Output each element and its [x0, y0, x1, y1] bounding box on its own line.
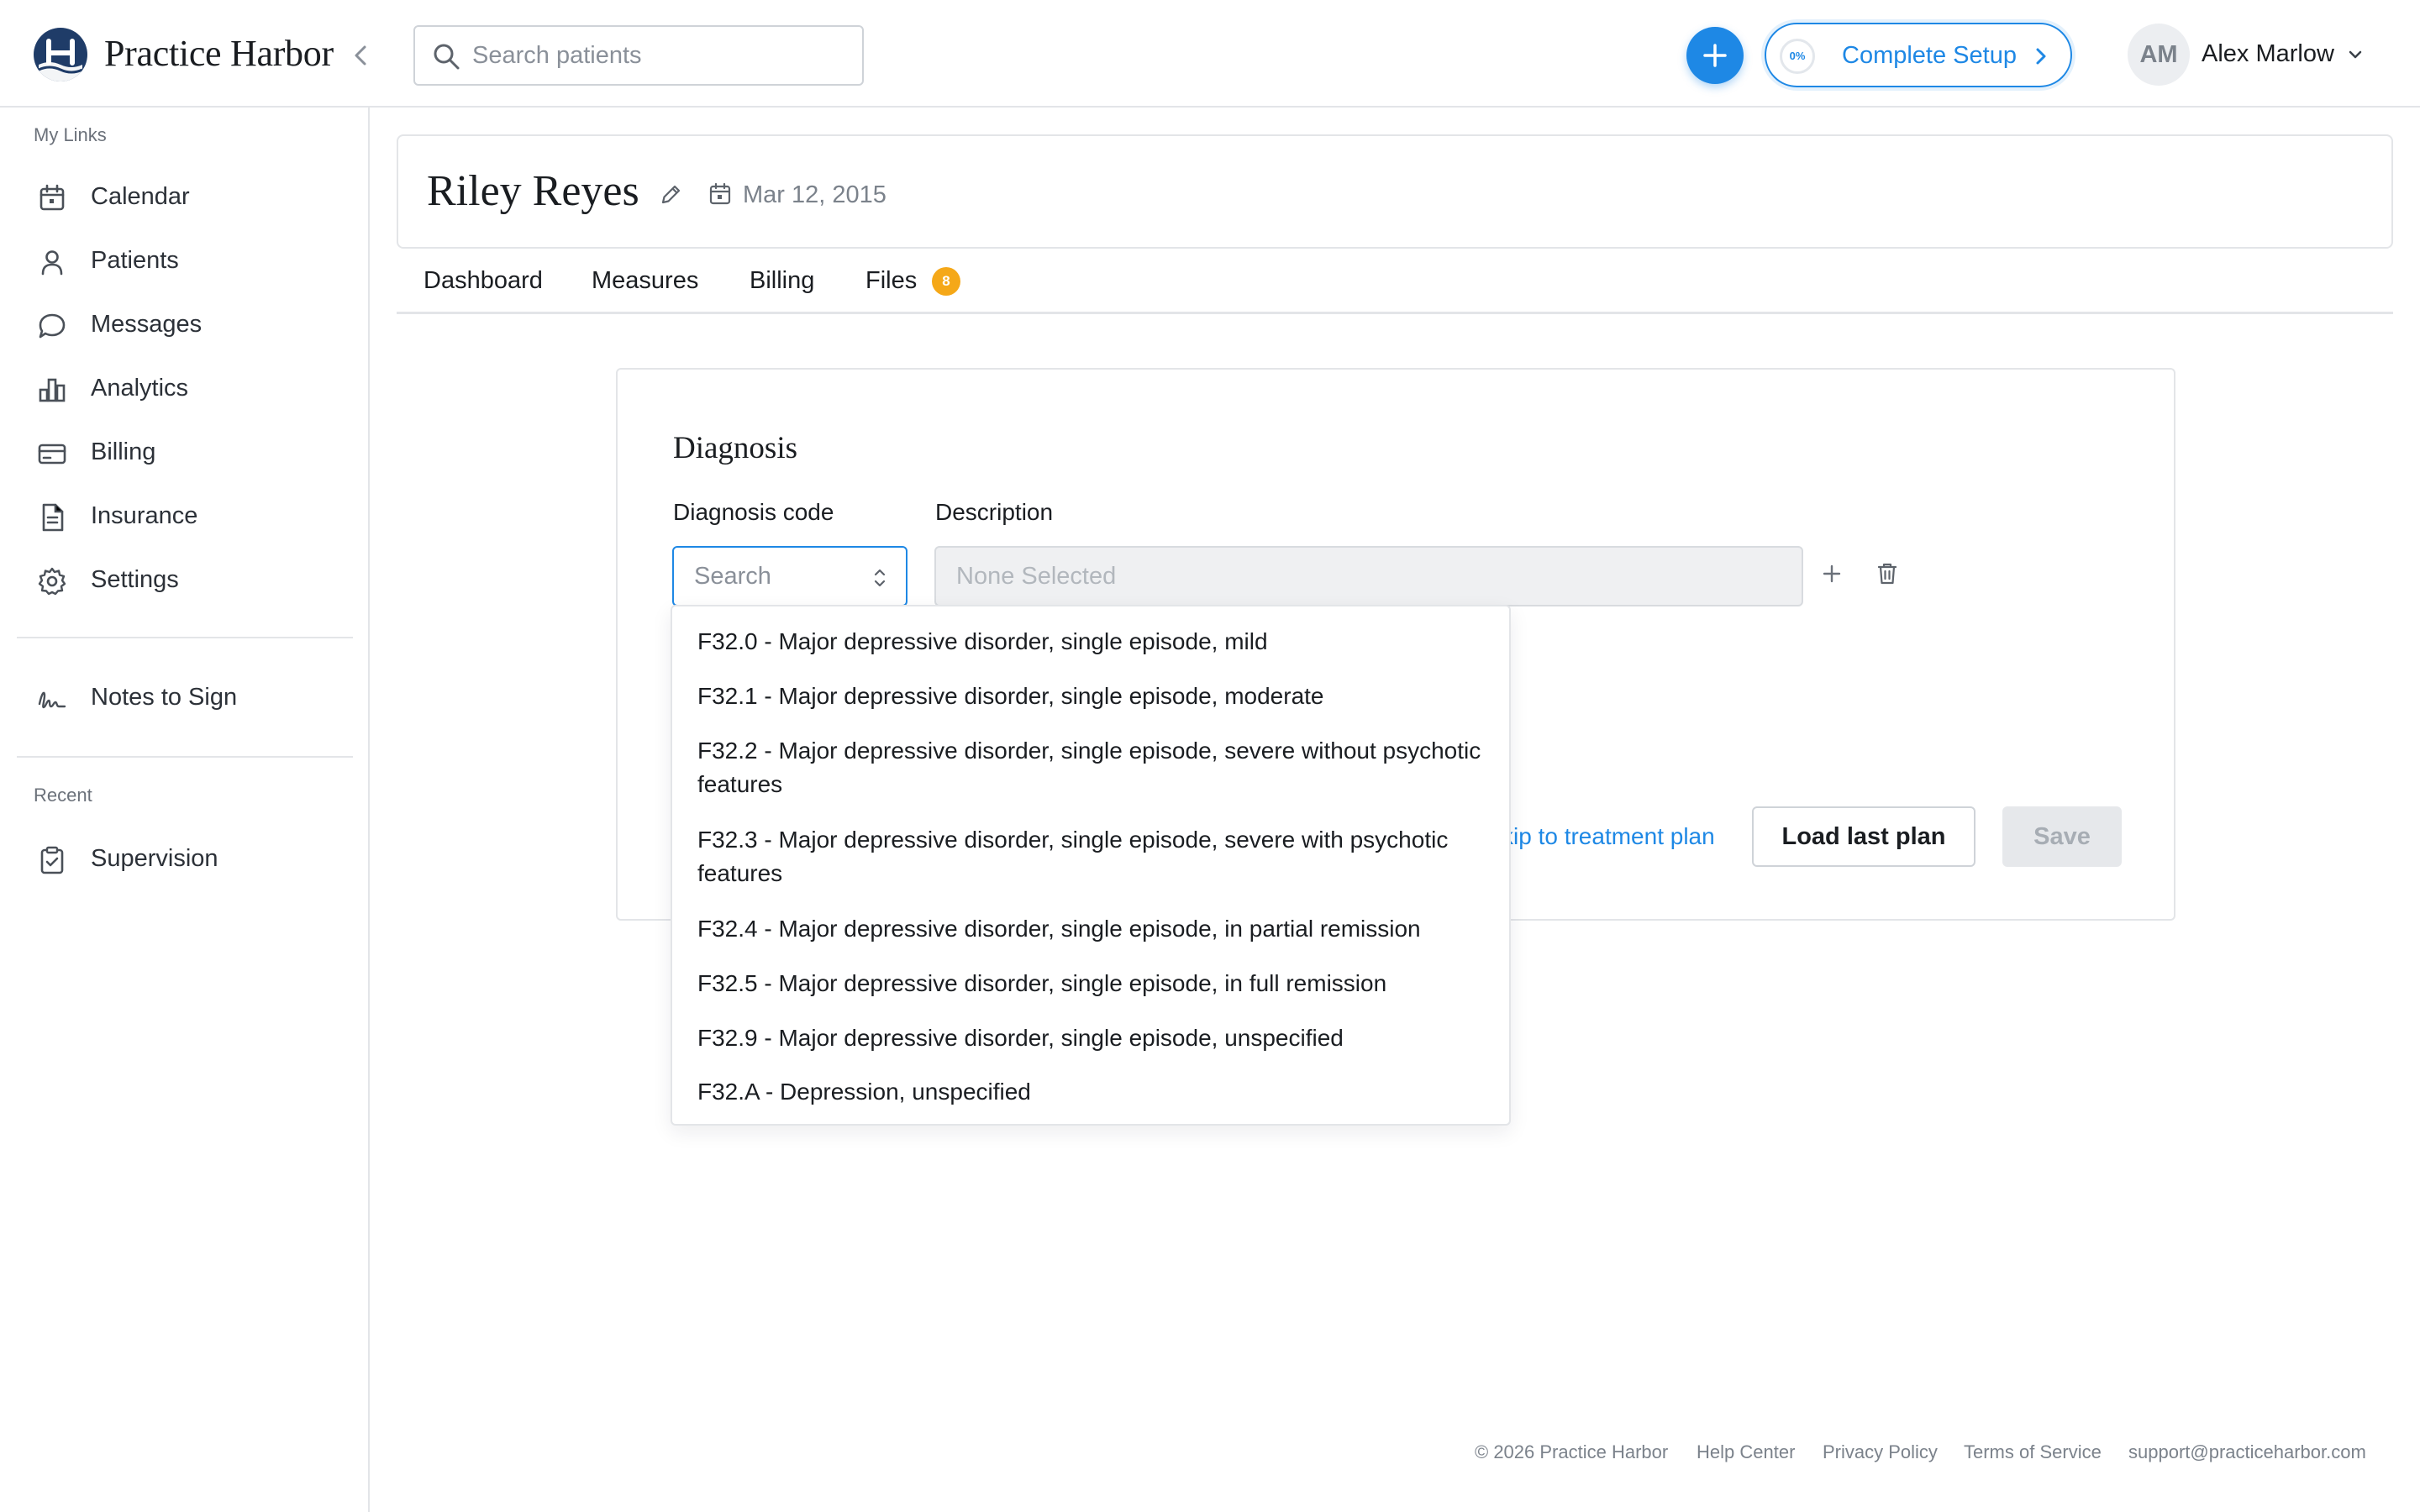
sidebar: My Links Calendar Patients Messages Anal… — [0, 108, 370, 1512]
recent-label: Recent — [34, 785, 92, 806]
sidebar-item-patients[interactable]: Patients — [17, 234, 353, 287]
dropdown-option[interactable]: F32.5 - Major depressive disorder, singl… — [672, 967, 1509, 1000]
description-field[interactable] — [934, 546, 1803, 606]
sidebar-item-calendar[interactable]: Calendar — [17, 170, 353, 223]
patient-tabs: Dashboard Measures Billing Files 8 — [397, 252, 2393, 314]
delete-row-button[interactable] — [1865, 551, 1910, 596]
chevron-left-icon[interactable] — [348, 39, 375, 72]
plus-icon — [1823, 564, 1841, 583]
calendar-icon — [39, 184, 65, 211]
chevron-up-down-icon — [874, 569, 886, 587]
sidebar-item-label: Notes to Sign — [91, 684, 238, 711]
load-last-plan-button[interactable]: Load last plan — [1752, 806, 1975, 867]
gear-icon — [38, 567, 66, 596]
sidebar-item-billing[interactable]: Billing — [17, 425, 353, 479]
sidebar-item-label: Supervision — [91, 845, 218, 872]
sidebar-item-label: Analytics — [91, 375, 189, 402]
sidebar-item-label: Patients — [91, 247, 179, 274]
complete-setup-button[interactable]: 0% Complete Setup — [1765, 23, 2072, 87]
sidebar-item-analytics[interactable]: Analytics — [17, 361, 353, 415]
brand-name: Practice Harbor — [104, 33, 334, 74]
footer-privacy-link[interactable]: Privacy Policy — [1823, 1441, 1938, 1463]
card-icon — [38, 444, 66, 465]
user-name[interactable]: Alex Marlow — [2202, 40, 2334, 68]
patient-dob: Mar 12, 2015 — [743, 181, 886, 208]
tab-dashboard[interactable]: Dashboard — [424, 267, 543, 295]
chat-bubble-icon — [39, 313, 66, 339]
diagnosis-code-input[interactable] — [694, 548, 862, 605]
diagnosis-title: Diagnosis — [673, 431, 797, 465]
description-label: Description — [935, 499, 1054, 525]
avatar[interactable]: AM — [2128, 24, 2190, 86]
plus-icon — [1703, 44, 1727, 67]
footer-support-email[interactable]: support@practiceharbor.com — [2128, 1441, 2366, 1463]
sidebar-item-label: Settings — [91, 566, 179, 593]
patient-header: Riley Reyes Mar 12, 2015 — [397, 134, 2393, 249]
signature-icon — [38, 691, 66, 709]
footer-help-link[interactable]: Help Center — [1697, 1441, 1795, 1463]
dropdown-option[interactable]: F32.2 - Major depressive disorder, singl… — [672, 734, 1509, 801]
setup-label: Complete Setup — [1842, 42, 2017, 69]
dropdown-option[interactable]: F32.A - Depression, unspecified — [672, 1075, 1509, 1109]
clipboard-check-icon — [40, 846, 64, 874]
footer-terms-link[interactable]: Terms of Service — [1964, 1441, 2102, 1463]
dropdown-option[interactable]: F32.3 - Major depressive disorder, singl… — [672, 823, 1509, 890]
my-links-label: My Links — [34, 124, 107, 145]
search-input[interactable] — [472, 27, 842, 84]
save-button[interactable]: Save — [2002, 806, 2122, 867]
sidebar-item-settings[interactable]: Settings — [17, 553, 353, 606]
chevron-right-icon — [2036, 48, 2046, 65]
add-row-button[interactable] — [1809, 551, 1854, 596]
practice-harbor-logo[interactable] — [34, 28, 87, 81]
sidebar-divider — [17, 756, 353, 758]
dropdown-option[interactable]: F32.4 - Major depressive disorder, singl… — [672, 912, 1509, 946]
sidebar-divider — [17, 637, 353, 638]
sidebar-item-label: Insurance — [91, 502, 198, 529]
patient-search[interactable] — [413, 25, 864, 86]
diagnosis-code-label: Diagnosis code — [673, 499, 834, 525]
top-bar: Practice Harbor 0% Complete Setup AM Ale… — [0, 0, 2420, 108]
calendar-icon — [709, 182, 731, 205]
document-icon — [42, 503, 64, 532]
patient-name: Riley Reyes — [427, 167, 639, 215]
search-icon — [434, 44, 460, 70]
diagnosis-code-dropdown: F32.0 - Major depressive disorder, singl… — [671, 605, 1511, 1126]
sidebar-item-supervision[interactable]: Supervision — [17, 832, 353, 885]
user-icon — [41, 250, 63, 276]
tab-measures[interactable]: Measures — [592, 267, 698, 295]
bar-chart-icon — [39, 378, 66, 402]
sidebar-item-label: Billing — [91, 438, 156, 465]
sidebar-item-label: Messages — [91, 311, 203, 338]
add-button[interactable] — [1686, 27, 1744, 84]
description-input[interactable] — [956, 548, 1780, 605]
tab-billing[interactable]: Billing — [750, 267, 814, 295]
tab-files[interactable]: Files — [865, 267, 917, 295]
sidebar-item-insurance[interactable]: Insurance — [17, 489, 353, 543]
sidebar-item-messages[interactable]: Messages — [17, 297, 353, 351]
pencil-icon[interactable] — [659, 181, 684, 207]
dropdown-option[interactable]: F32.9 - Major depressive disorder, singl… — [672, 1021, 1509, 1055]
footer-copyright: © 2026 Practice Harbor — [1475, 1441, 1669, 1462]
chevron-down-icon[interactable] — [2346, 47, 2365, 62]
files-count-badge: 8 — [932, 267, 960, 296]
skip-to-treatment-plan-link[interactable]: kip to treatment plan — [1502, 823, 1715, 850]
trash-icon — [1877, 563, 1897, 585]
sidebar-item-label: Calendar — [91, 183, 190, 210]
diagnosis-code-select[interactable] — [672, 546, 908, 606]
setup-progress-ring: 0% — [1780, 39, 1815, 74]
dropdown-option[interactable]: F32.1 - Major depressive disorder, singl… — [672, 680, 1509, 713]
sidebar-item-notes-to-sign[interactable]: Notes to Sign — [17, 670, 353, 724]
dropdown-option[interactable]: F32.0 - Major depressive disorder, singl… — [672, 625, 1509, 659]
